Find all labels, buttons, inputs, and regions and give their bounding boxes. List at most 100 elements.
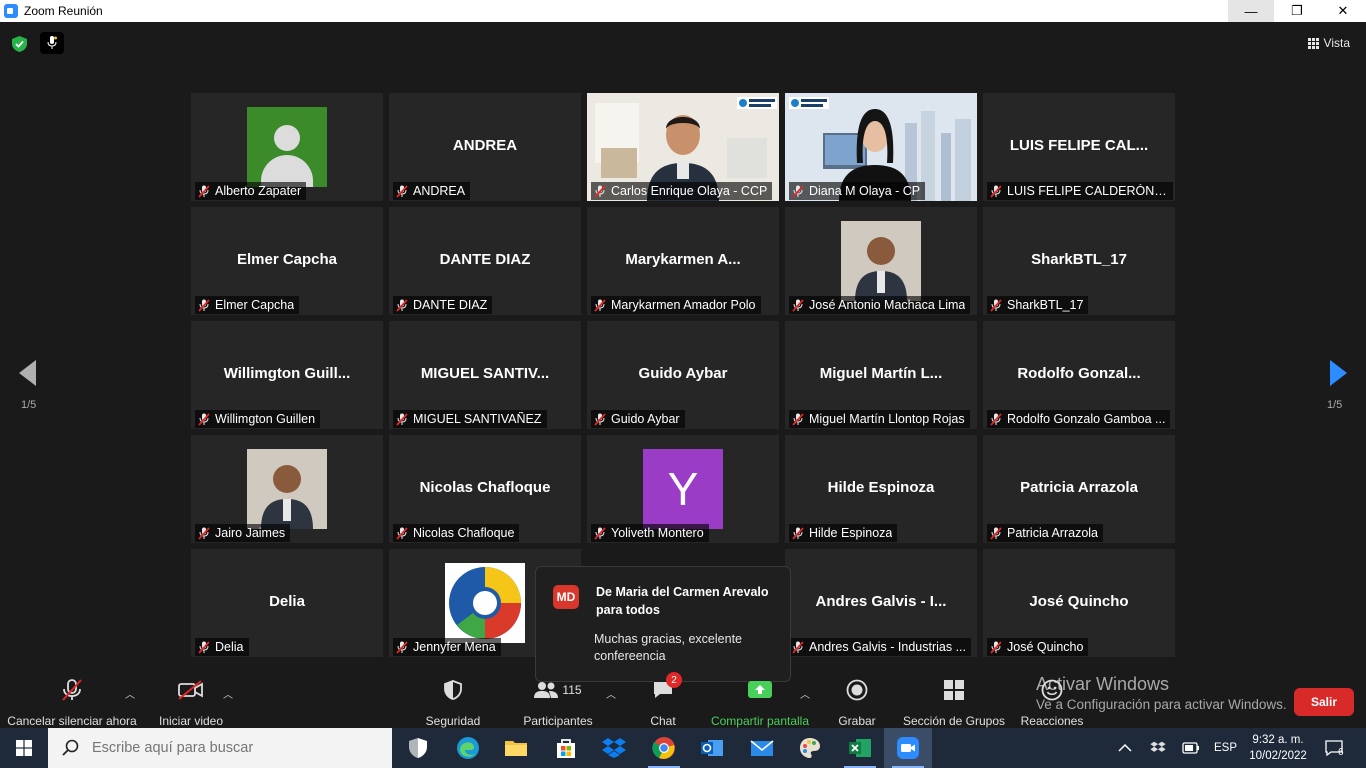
chrome-icon[interactable] (640, 728, 688, 768)
paint-icon[interactable] (786, 728, 834, 768)
edge-browser-icon[interactable] (444, 728, 492, 768)
participant-display-name: Miguel Martín L... (819, 365, 943, 382)
restore-button[interactable]: ❐ (1274, 0, 1320, 22)
view-button[interactable]: Vista (1307, 36, 1350, 50)
mute-button[interactable]: Cancelar silenciar ahora (7, 678, 137, 728)
participant-name-label: Patricia Arrazola (987, 524, 1104, 542)
share-options-chevron-icon[interactable]: ︿ (800, 686, 810, 701)
default-avatar-icon (247, 107, 327, 187)
mail-icon[interactable] (738, 728, 786, 768)
chat-unread-badge: 2 (666, 672, 682, 688)
mic-muted-icon (594, 298, 606, 312)
participant-name: Rodolfo Gonzalo Gamboa ... (1007, 412, 1166, 426)
start-video-button[interactable]: Iniciar video (156, 678, 226, 728)
notification-center-icon[interactable]: 6 (1324, 728, 1344, 768)
participants-options-chevron-icon[interactable]: ︿ (606, 686, 616, 701)
audio-status-icon[interactable] (40, 32, 64, 54)
security-shield-icon (444, 678, 462, 702)
outlook-icon[interactable] (688, 728, 736, 768)
dropbox-tray-icon[interactable] (1150, 728, 1166, 768)
breakout-rooms-button[interactable]: Sección de Grupos (902, 678, 1006, 728)
taskbar-clock[interactable]: 9:32 a. m. 10/02/2022 (1246, 732, 1310, 764)
microsoft-store-icon[interactable] (542, 728, 590, 768)
participant-tile[interactable]: Willimgton Guill... Willimgton Guillen (191, 321, 383, 429)
close-button[interactable]: ✕ (1320, 0, 1366, 22)
mic-muted-icon (792, 640, 804, 654)
reactions-button[interactable]: Reacciones (1020, 678, 1084, 728)
participant-name: José Antonio Machaca Lima (809, 298, 966, 312)
participant-tile[interactable]: DANTE DIAZ DANTE DIAZ (389, 207, 581, 315)
participant-display-name: LUIS FELIPE CAL... (1009, 137, 1149, 154)
mic-muted-icon (198, 640, 210, 654)
participant-name-label: MIGUEL SANTIVAÑEZ (393, 410, 547, 428)
participant-tile[interactable]: Jairo Jaimes (191, 435, 383, 543)
show-hidden-icons-chevron-icon[interactable] (1118, 728, 1132, 768)
mic-muted-icon (990, 184, 1002, 198)
participant-tile[interactable]: Nicolas Chafloque Nicolas Chafloque (389, 435, 581, 543)
previous-page-arrow-icon[interactable] (19, 360, 36, 386)
participant-tile[interactable]: Andres Galvis - I... Andres Galvis - Indu… (785, 549, 977, 657)
participant-tile[interactable]: Marykarmen A... Marykarmen Amador Polo (587, 207, 779, 315)
participant-tile[interactable]: José Antonio Machaca Lima (785, 207, 977, 315)
participant-tile[interactable]: Hilde Espinoza Hilde Espinoza (785, 435, 977, 543)
participant-tile[interactable]: Patricia Arrazola Patricia Arrazola (983, 435, 1175, 543)
participants-icon: 115 (534, 678, 582, 702)
participants-button[interactable]: 115 Participantes (520, 678, 596, 728)
next-page-arrow-icon[interactable] (1330, 360, 1347, 386)
participant-tile[interactable]: José Quincho José Quincho (983, 549, 1175, 657)
participant-tile[interactable]: LUIS FELIPE CAL... LUIS FELIPE CALDERÓN M… (983, 93, 1175, 201)
participant-display-name: Andres Galvis - I... (815, 593, 947, 610)
participant-name-label: Alberto Zapater (195, 182, 307, 200)
participant-name-label: José Antonio Machaca Lima (789, 296, 971, 314)
dropbox-icon[interactable] (590, 728, 638, 768)
mic-muted-icon (594, 184, 606, 198)
excel-icon[interactable] (836, 728, 884, 768)
participant-tile[interactable]: ANDREA ANDREA (389, 93, 581, 201)
mic-muted-icon (594, 526, 606, 540)
windows-start-icon[interactable] (0, 728, 48, 768)
participant-tile[interactable]: Delia Delia (191, 549, 383, 657)
battery-icon[interactable] (1182, 728, 1200, 768)
participant-tile[interactable]: Guido Aybar Guido Aybar (587, 321, 779, 429)
participant-tile[interactable]: Miguel Martín L... Miguel Martín Llontop … (785, 321, 977, 429)
chat-notification[interactable]: MD De Maria del Carmen Arevalo para todo… (535, 566, 791, 689)
share-screen-button[interactable]: Compartir pantalla (708, 678, 812, 728)
mic-muted-icon (396, 640, 408, 654)
mic-muted-icon (396, 412, 408, 426)
participant-display-name: Hilde Espinoza (827, 479, 935, 496)
microphone-muted-icon (61, 678, 83, 702)
participant-tile[interactable]: MIGUEL SANTIV... MIGUEL SANTIVAÑEZ (389, 321, 581, 429)
participant-tile[interactable]: Elmer Capcha Elmer Capcha (191, 207, 383, 315)
participant-tile[interactable]: SharkBTL_17 SharkBTL_17 (983, 207, 1175, 315)
language-indicator[interactable]: ESP (1214, 728, 1237, 768)
participant-tile[interactable]: Y Yoliveth Montero (587, 435, 779, 543)
shield-icon[interactable] (12, 36, 27, 52)
grid-icon (1307, 37, 1319, 49)
participant-display-name: Rodolfo Gonzal... (1017, 365, 1141, 382)
participant-name: Miguel Martín Llontop Rojas (809, 412, 965, 426)
mic-muted-icon (198, 298, 210, 312)
minimize-button[interactable]: — (1228, 0, 1274, 22)
leave-meeting-button[interactable]: Salir (1294, 688, 1354, 716)
file-explorer-icon[interactable] (492, 728, 540, 768)
mic-muted-icon (990, 298, 1002, 312)
windows-security-icon[interactable] (394, 728, 442, 768)
participant-tile[interactable]: Diana M Olaya - CP (785, 93, 977, 201)
zoom-taskbar-icon[interactable] (884, 728, 932, 768)
participant-name-label: SharkBTL_17 (987, 296, 1089, 314)
record-button[interactable]: Grabar (834, 678, 880, 728)
participant-name-label: DANTE DIAZ (393, 296, 493, 314)
participant-tile[interactable]: Alberto Zapater (191, 93, 383, 201)
participant-name-label: ANDREA (393, 182, 471, 200)
taskbar-search[interactable] (48, 728, 392, 768)
chat-bubble-icon: 2 (652, 672, 682, 702)
chat-button[interactable]: 2 Chat (640, 672, 686, 728)
video-options-chevron-icon[interactable]: ︿ (223, 686, 233, 701)
participant-tile[interactable]: Carlos Enrique Olaya - CCP (587, 93, 779, 201)
security-button[interactable]: Seguridad (420, 678, 486, 728)
search-input[interactable] (92, 740, 372, 756)
audio-options-chevron-icon[interactable]: ︿ (125, 686, 135, 701)
participant-name-label: Diana M Olaya - CP (789, 182, 926, 200)
participant-tile[interactable]: Rodolfo Gonzal... Rodolfo Gonzalo Gamboa … (983, 321, 1175, 429)
search-icon (62, 739, 79, 756)
